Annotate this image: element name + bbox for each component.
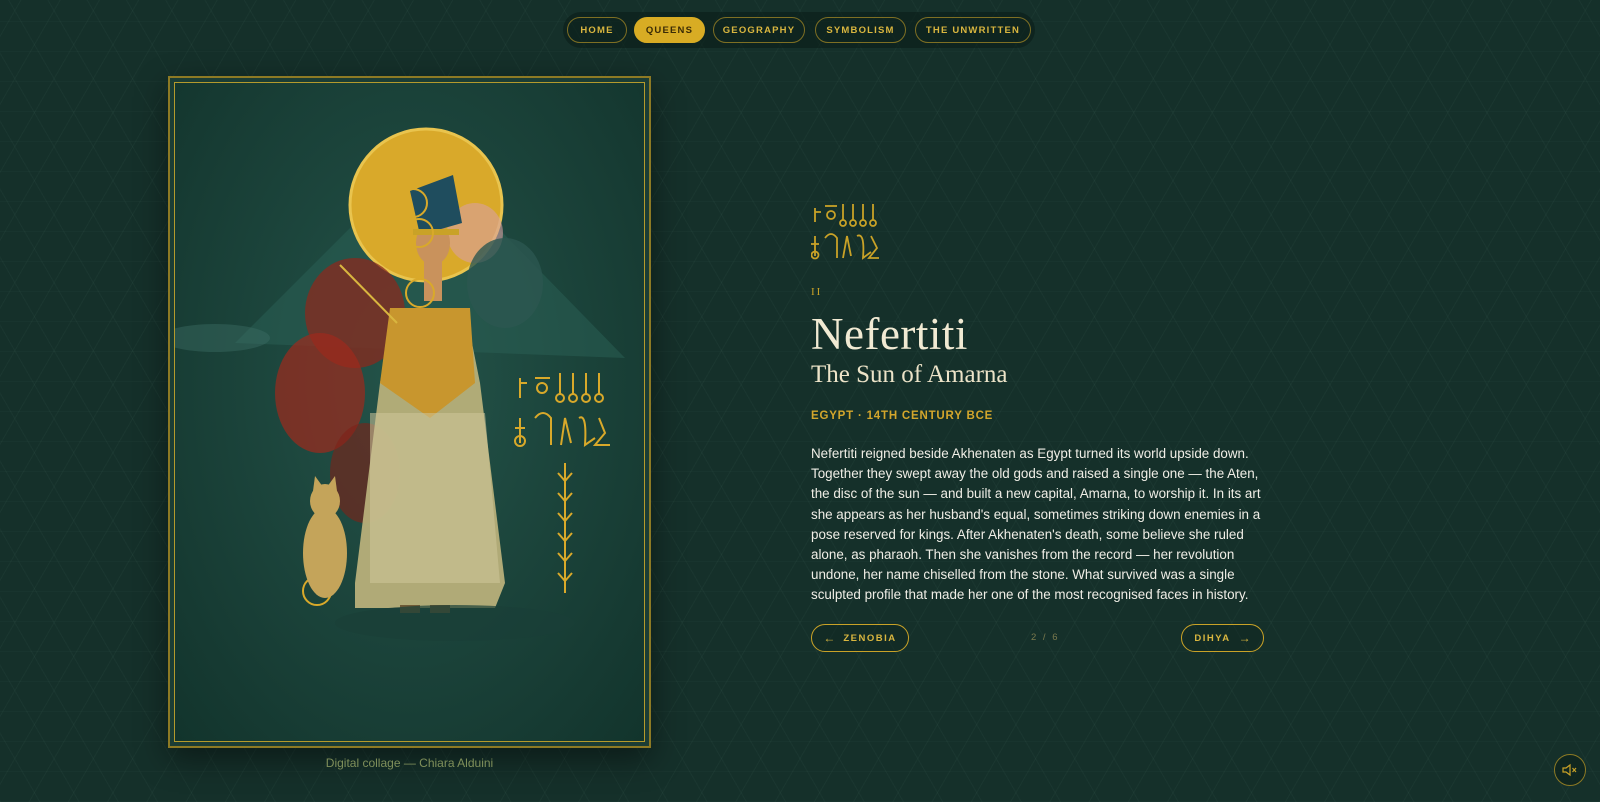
sound-toggle-button[interactable] bbox=[1554, 754, 1586, 786]
queen-name: Nefertiti bbox=[811, 309, 968, 359]
hieroglyph-column bbox=[514, 373, 610, 593]
nav-the-unwritten[interactable]: THE UNWRITTEN bbox=[915, 17, 1031, 43]
artwork-caption: Digital collage — Chiara Alduini bbox=[325, 756, 494, 770]
main-nav: HOME QUEENS GEOGRAPHY SYMBOLISM THE UNWR… bbox=[563, 12, 1035, 48]
nav-queens[interactable]: QUEENS bbox=[634, 17, 705, 43]
nav-geography[interactable]: GEOGRAPHY bbox=[713, 17, 805, 43]
prev-queen-label: ZENOBIA bbox=[843, 632, 897, 644]
next-queen-label: DIHYA bbox=[1194, 632, 1231, 644]
prev-queen-button[interactable]: ← ZENOBIA bbox=[811, 624, 909, 652]
speaker-muted-icon bbox=[1562, 763, 1577, 777]
queen-numeral: II bbox=[811, 286, 823, 298]
queen-epithet: The Sun of Amarna bbox=[811, 361, 1008, 388]
arrow-right-icon: → bbox=[1238, 631, 1251, 645]
hieroglyph-cartouche-icon bbox=[811, 204, 879, 260]
artwork-frame bbox=[168, 76, 651, 748]
page-indicator: 2 / 6 bbox=[1031, 632, 1060, 643]
nav-symbolism[interactable]: SYMBOLISM bbox=[815, 17, 906, 43]
next-queen-button[interactable]: DIHYA → bbox=[1181, 624, 1264, 652]
nefertiti-collage-image bbox=[175, 127, 625, 641]
artwork-collage bbox=[174, 82, 645, 742]
queen-biography: Nefertiti reigned beside Akhenaten as Eg… bbox=[811, 446, 1261, 603]
arrow-left-icon: ← bbox=[823, 631, 836, 645]
nav-home[interactable]: HOME bbox=[567, 17, 627, 43]
queen-region-era: EGYPT · 14TH CENTURY BCE bbox=[811, 410, 994, 422]
